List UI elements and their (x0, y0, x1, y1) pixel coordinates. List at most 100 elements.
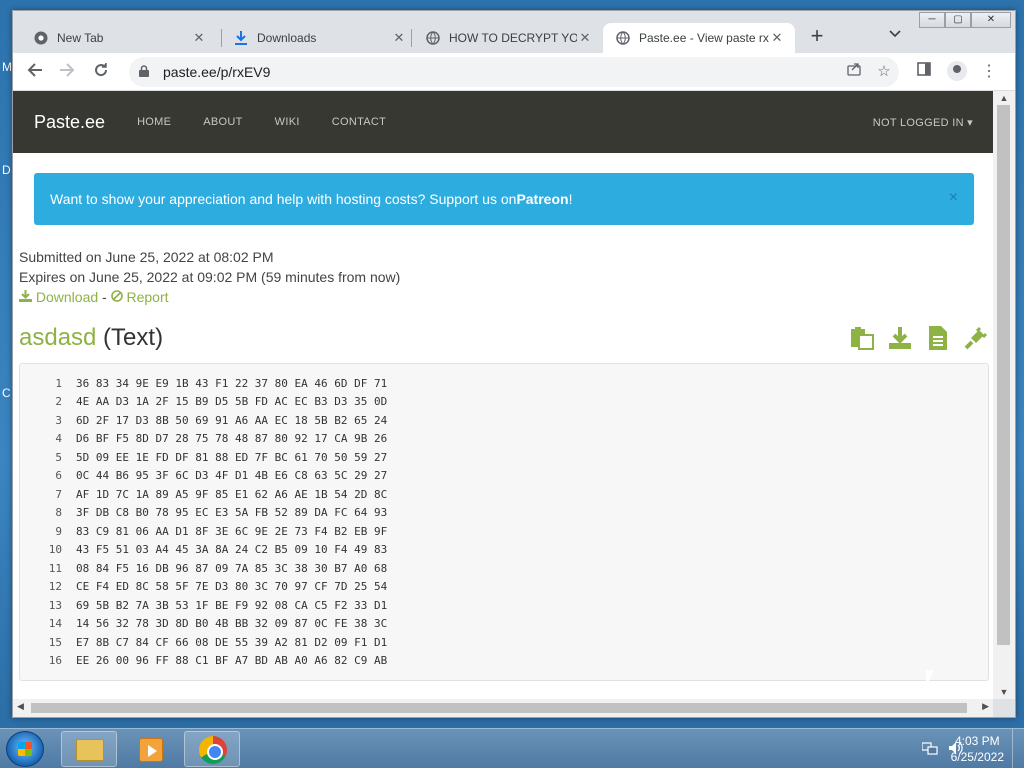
horizontal-scrollbar[interactable]: ◀ ▶ (13, 699, 993, 717)
globe-icon (615, 30, 631, 46)
tab-title: Downloads (257, 31, 317, 45)
plug-icon[interactable] (963, 325, 989, 351)
nav-contact[interactable]: CONTACT (332, 116, 386, 128)
login-dropdown[interactable]: NOT LOGGED IN ▾ (873, 116, 973, 129)
patreon-alert: Want to show your appreciation and help … (34, 173, 974, 225)
code-line: 4 D6 BF F5 8D D7 28 75 78 48 87 80 92 17 … (20, 430, 988, 449)
line-content: CE F4 ED 8C 58 5F 7E D3 80 3C 70 97 CF 7… (76, 580, 388, 594)
expires-text: Expires on June 25, 2022 at 09:02 PM (59… (19, 269, 401, 285)
paste-name: asdasd (19, 324, 97, 351)
paste-actions (849, 325, 989, 351)
line-number: 4 (55, 432, 62, 446)
desktop-icon-label: M (2, 60, 12, 74)
raw-file-icon[interactable] (925, 325, 951, 351)
line-number: 12 (48, 580, 62, 594)
code-line: 13 69 5B B2 7A 3B 53 1F BE F9 92 08 CA C5… (20, 596, 988, 615)
code-line: 14 14 56 32 78 3D 8D B0 4B BB 32 09 87 0C… (20, 615, 988, 634)
line-number: 13 (48, 598, 62, 612)
close-icon[interactable]: ✕ (577, 30, 593, 46)
maximize-icon[interactable]: ▢ (945, 12, 971, 28)
star-icon[interactable]: ☆ (871, 57, 897, 87)
site-brand[interactable]: Paste.ee (34, 112, 105, 133)
taskbar-explorer[interactable] (61, 731, 117, 767)
line-content: EE 26 00 96 FF 88 C1 BF A7 BD AB A0 A6 8… (76, 654, 388, 668)
menu-icon[interactable]: ⋮ (977, 60, 1001, 84)
lock-icon (139, 64, 153, 80)
tab-title: New Tab (57, 31, 104, 45)
line-content: 3F DB C8 B0 78 95 EC E3 5A FB 52 89 DA F… (76, 506, 388, 520)
address-bar[interactable]: paste.ee/p/rxEV9 ☆ (129, 57, 899, 87)
report-link[interactable]: Report (127, 289, 169, 305)
line-content: 5D 09 EE 1E FD DF 81 88 ED 7F BC 61 70 5… (76, 450, 388, 464)
download-icon (19, 289, 36, 305)
share-icon[interactable] (841, 57, 867, 87)
tab-paste-ee[interactable]: Paste.ee - View paste rx ✕ (603, 23, 795, 53)
line-number: 9 (55, 524, 62, 538)
taskbar-media-player[interactable] (122, 731, 178, 767)
reload-icon[interactable] (89, 60, 113, 84)
copy-icon[interactable] (849, 325, 875, 351)
line-content: 08 84 F5 16 DB 96 87 09 7A 85 3C 38 30 B… (76, 561, 388, 575)
network-icon[interactable] (921, 741, 938, 758)
start-button[interactable] (6, 731, 44, 767)
chrome-icon (33, 30, 49, 46)
line-content: 36 83 34 9E E9 1B 43 F1 22 37 80 EA 46 6… (76, 376, 388, 390)
close-icon[interactable]: ✕ (391, 30, 407, 46)
tab-new-tab[interactable]: New Tab ✕ (21, 23, 217, 53)
nav-about[interactable]: ABOUT (203, 116, 242, 128)
scroll-up-icon[interactable]: ▲ (993, 93, 1015, 103)
download-link[interactable]: Download (36, 289, 98, 305)
code-line: 2 4E AA D3 1A 2F 15 B9 D5 5B FD AC EC B3 … (20, 393, 988, 412)
alert-suffix: ! (568, 191, 573, 207)
nav-wiki[interactable]: WIKI (275, 116, 300, 128)
tab-separator (411, 29, 412, 47)
paste-meta: Submitted on June 25, 2022 at 08:02 PM E… (19, 247, 400, 307)
line-content: 14 56 32 78 3D 8D B0 4B BB 32 09 87 0C F… (76, 617, 388, 631)
line-number: 2 (55, 395, 62, 409)
line-number: 16 (48, 654, 62, 668)
code-line: 6 0C 44 B6 95 3F 6C D3 4F D1 4B E6 C8 63 … (20, 467, 988, 486)
forward-icon[interactable] (55, 60, 79, 84)
report-icon (110, 289, 127, 305)
new-tab-button[interactable]: + (803, 23, 831, 51)
code-line: 5 5D 09 EE 1E FD DF 81 88 ED 7F BC 61 70 … (20, 448, 988, 467)
tab-downloads[interactable]: Downloads ✕ (221, 23, 417, 53)
minimize-icon[interactable]: ─ (919, 12, 945, 28)
taskbar: 4:03 PM 6/25/2022 (0, 728, 1024, 768)
close-icon[interactable]: × (949, 189, 958, 207)
vertical-scrollbar[interactable]: ▲ ▼ (993, 91, 1015, 699)
close-window-icon[interactable]: ✕ (971, 12, 1011, 28)
code-line: 16 EE 26 00 96 FF 88 C1 BF A7 BD AB A0 A6… (20, 652, 988, 671)
patreon-link[interactable]: Patreon (516, 191, 568, 207)
browser-window: New Tab ✕ Downloads ✕ HOW TO DECRYPT YOU… (12, 10, 1016, 718)
code-line: 11 08 84 F5 16 DB 96 87 09 7A 85 3C 38 30… (20, 559, 988, 578)
scroll-thumb[interactable] (997, 105, 1010, 645)
line-content: 43 F5 51 03 A4 45 3A 8A 24 C2 B5 09 10 F… (76, 543, 388, 557)
code-line: 9 83 C9 81 06 AA D1 8F 3E 6C 9E 2E 73 F4 … (20, 522, 988, 541)
paste-code-block: 1 36 83 34 9E E9 1B 43 F1 22 37 80 EA 46 … (19, 363, 989, 681)
alert-text: Want to show your appreciation and help … (50, 191, 517, 207)
show-desktop-button[interactable] (1012, 729, 1024, 768)
scroll-left-icon[interactable]: ◀ (17, 701, 24, 712)
paste-type: (Text) (96, 324, 164, 351)
line-number: 8 (55, 506, 62, 520)
profile-avatar[interactable] (947, 61, 967, 81)
side-panel-icon[interactable] (912, 60, 936, 84)
scroll-thumb[interactable] (31, 703, 967, 713)
tab-decrypt[interactable]: HOW TO DECRYPT YOU ✕ (413, 23, 603, 53)
tab-title: HOW TO DECRYPT YOU (449, 31, 577, 45)
back-icon[interactable] (23, 60, 47, 84)
line-number: 11 (48, 561, 62, 575)
close-icon[interactable]: ✕ (769, 30, 785, 46)
chrome-icon (199, 736, 227, 764)
scroll-down-icon[interactable]: ▼ (993, 687, 1015, 697)
close-icon[interactable]: ✕ (191, 30, 207, 46)
download-icon[interactable] (887, 325, 913, 351)
scroll-right-icon[interactable]: ▶ (982, 701, 989, 712)
clock-time: 4:03 PM (954, 734, 1000, 748)
taskbar-chrome[interactable] (184, 731, 240, 767)
nav-home[interactable]: HOME (137, 116, 171, 128)
chevron-down-icon[interactable] (885, 25, 905, 49)
line-number: 5 (55, 450, 62, 464)
system-clock[interactable]: 4:03 PM 6/25/2022 (951, 733, 1004, 765)
